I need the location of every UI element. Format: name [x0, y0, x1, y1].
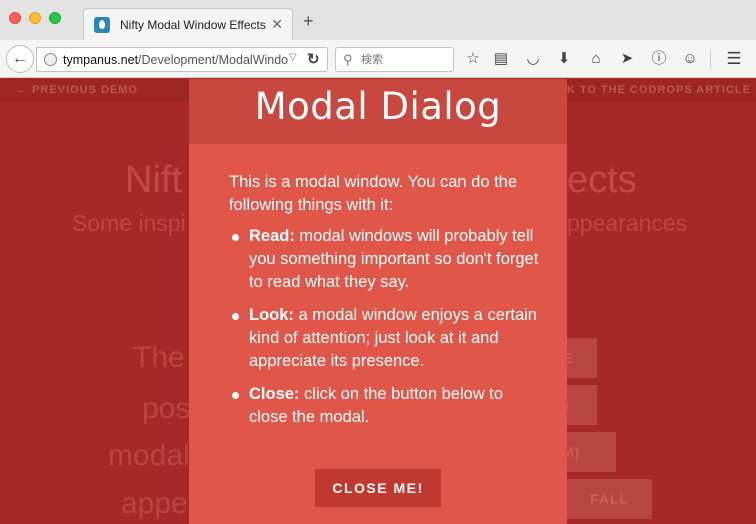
previous-demo-link[interactable]: ← PREVIOUS DEMO — [16, 84, 138, 96]
list-item: Read: modal windows will probably tell y… — [229, 225, 539, 294]
back-button[interactable]: ← — [6, 45, 34, 73]
hello-chat-icon[interactable]: ☺ — [680, 50, 700, 68]
tab-title: Nifty Modal Window Effects — [120, 18, 266, 32]
menu-hamburger-icon[interactable]: ☰ — [724, 50, 744, 68]
body-text-line: The — [133, 341, 185, 374]
modal-body: This is a modal window. You can do the f… — [229, 171, 539, 439]
reload-icon[interactable]: ↻ — [307, 50, 320, 68]
list-item: Close: click on the button below to clos… — [229, 383, 539, 429]
body-text-line: modal — [108, 439, 190, 472]
window-minimize-button[interactable] — [29, 12, 41, 24]
modal-dialog: Modal Dialog This is a modal window. You… — [189, 79, 567, 524]
search-icon: ⚲ — [343, 52, 353, 67]
list-item-label: Close: — [249, 385, 300, 403]
search-input[interactable] — [361, 50, 449, 69]
modal-intro-text: This is a modal window. You can do the f… — [229, 173, 518, 214]
page-title-left: Nift — [125, 159, 182, 201]
navigation-toolbar: ← tympanus.net/Development/ModalWindo ▽ … — [0, 40, 756, 78]
reader-list-icon[interactable]: ▤ — [491, 50, 511, 68]
toolbar-separator — [710, 49, 711, 69]
list-item-label: Read: — [249, 227, 295, 245]
url-host: tympanus.net — [63, 53, 139, 67]
globe-icon — [44, 53, 57, 66]
body-text-line: appe — [121, 487, 188, 520]
tab-close-icon[interactable]: ✕ — [271, 16, 283, 33]
modal-title: Modal Dialog — [254, 85, 502, 128]
url-path: /Development/ModalWindo — [138, 53, 289, 67]
list-item: Look: a modal window enjoys a certain ki… — [229, 304, 539, 373]
codrops-favicon-icon — [94, 17, 110, 33]
url-text[interactable]: tympanus.net/Development/ModalWindo — [63, 53, 289, 67]
downloads-icon[interactable]: ⬇ — [554, 50, 574, 68]
url-dropdown-icon[interactable]: ▽ — [289, 52, 297, 63]
fall-effect-button[interactable]: FALL — [560, 479, 652, 519]
search-bar[interactable]: ⚲ — [335, 47, 454, 72]
page-subtitle-right: ppearances — [567, 210, 688, 236]
url-bar[interactable]: tympanus.net/Development/ModalWindo ▽ ↻ — [36, 47, 328, 72]
modal-list: Read: modal windows will probably tell y… — [229, 225, 539, 429]
page-subtitle-left: Some inspi — [72, 210, 186, 236]
effect-button-label: FALL — [590, 491, 629, 507]
bookmark-star-icon[interactable]: ☆ — [463, 50, 483, 68]
body-text-line: pos — [142, 392, 191, 425]
window-close-button[interactable] — [9, 12, 21, 24]
window-zoom-button[interactable] — [49, 12, 61, 24]
page-title-right: ects — [567, 159, 637, 201]
list-item-label: Look: — [249, 306, 294, 324]
modal-header: Modal Dialog — [189, 79, 567, 144]
info-icon[interactable]: ⓘ — [649, 50, 669, 68]
home-icon[interactable]: ⌂ — [586, 50, 606, 68]
back-to-article-link[interactable]: BACK TO THE CODROPS ARTICLE — [540, 84, 750, 96]
browser-tab[interactable]: Nifty Modal Window Effects ✕ — [83, 8, 293, 40]
new-tab-button[interactable]: + — [303, 12, 314, 30]
tab-bar: Nifty Modal Window Effects ✕ + — [0, 0, 756, 40]
pocket-icon[interactable]: ◡ — [523, 50, 543, 68]
close-modal-button[interactable]: CLOSE ME! — [315, 469, 441, 507]
share-icon[interactable]: ➤ — [617, 50, 637, 68]
